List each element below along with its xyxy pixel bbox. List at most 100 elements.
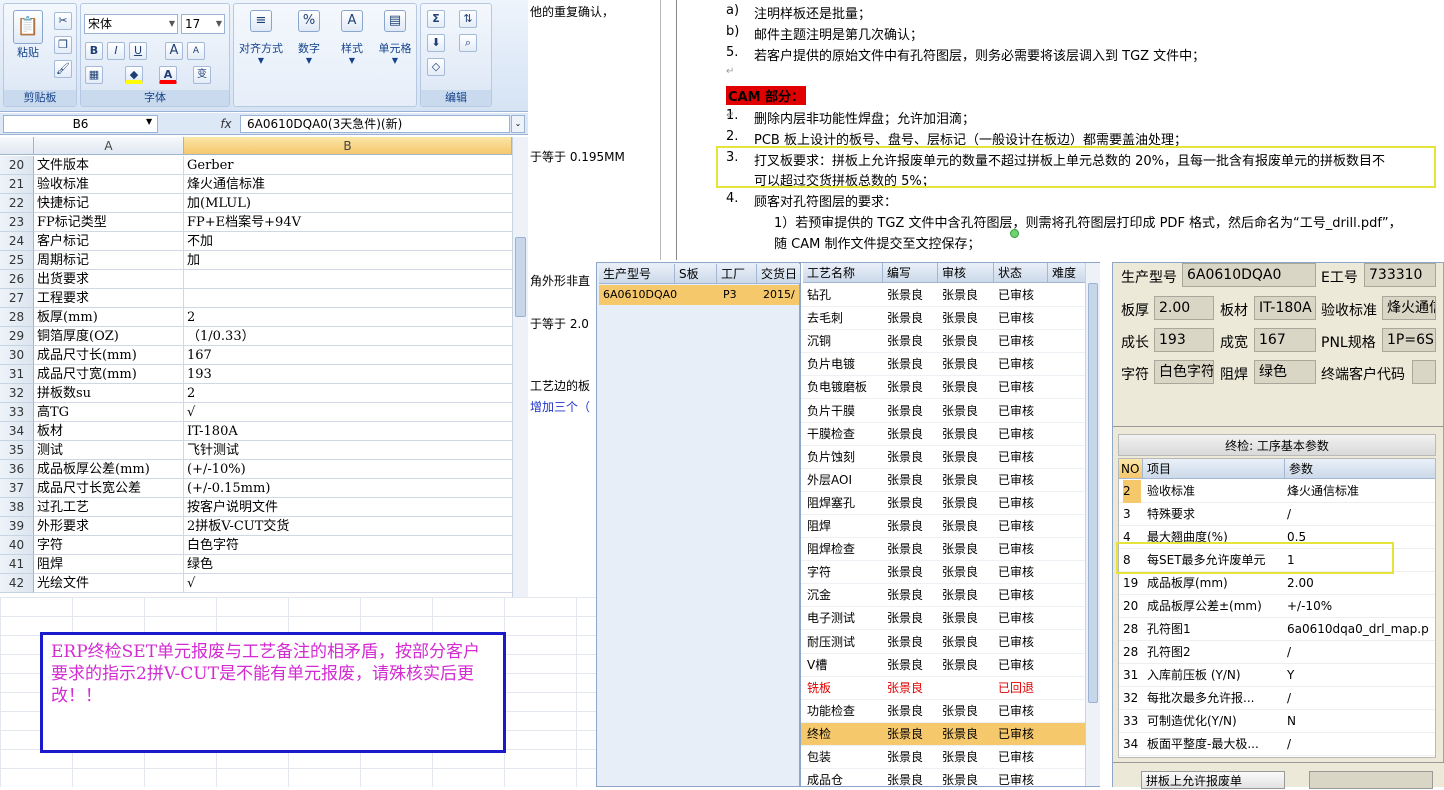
params-col-no[interactable]: NO <box>1119 459 1143 479</box>
chevron-down-icon[interactable]: ▼ <box>146 117 152 126</box>
params-row[interactable]: 34 板面平整度-最大极... / <box>1119 733 1435 756</box>
params-row[interactable]: 19 成品板厚(mm) 2.00 <box>1119 572 1435 595</box>
scroll-thumb[interactable] <box>1088 283 1098 703</box>
cut-icon[interactable]: ✂ <box>54 12 72 30</box>
row-header[interactable]: 32 <box>0 384 34 403</box>
row-header[interactable]: 36 <box>0 460 34 479</box>
cell-a[interactable]: 验收标准 <box>34 175 184 194</box>
params-row[interactable]: 28 孔符图1 6a0610dqa0_drl_map.p <box>1119 618 1435 641</box>
order-col-model[interactable]: 生产型号 <box>599 264 675 284</box>
cell-b[interactable]: IT-180A <box>184 422 512 441</box>
expand-formula-icon[interactable]: ⌄ <box>511 115 525 133</box>
find-icon[interactable]: ⌕ <box>459 34 477 52</box>
row-header[interactable]: 25 <box>0 251 34 270</box>
grow-font-button[interactable]: A <box>165 42 183 60</box>
process-row[interactable]: 阻焊塞孔 张景良 张景良 已审核 <box>801 492 1086 515</box>
row-header[interactable]: 24 <box>0 232 34 251</box>
cell-a[interactable]: 客户标记 <box>34 232 184 251</box>
process-row[interactable]: 电子测试 张景良 张景良 已审核 <box>801 607 1086 631</box>
length-field[interactable]: 193 <box>1154 328 1214 352</box>
cell-a[interactable]: 高TG <box>34 403 184 422</box>
cell-b[interactable]: √ <box>184 574 512 593</box>
cell-b[interactable] <box>184 270 512 289</box>
insert-function-button[interactable]: fx <box>215 115 237 133</box>
model-field[interactable]: 6A0610DQA0 <box>1182 263 1316 287</box>
process-row[interactable]: 阻焊 张景良 张景良 已审核 <box>801 515 1086 538</box>
cell-a[interactable]: 过孔工艺 <box>34 498 184 517</box>
cell-a[interactable]: 拼板数su <box>34 384 184 403</box>
cell-a[interactable]: 快捷标记 <box>34 194 184 213</box>
process-row[interactable]: 耐压测试 张景良 张景良 已审核 <box>801 631 1086 654</box>
cell-a[interactable]: 光绘文件 <box>34 574 184 593</box>
order-col-factory[interactable]: 工厂 <box>717 264 757 284</box>
standard-field[interactable]: 烽火通信 <box>1382 296 1436 320</box>
thickness-field[interactable]: 2.00 <box>1154 296 1214 320</box>
cell-a[interactable]: 工程要求 <box>34 289 184 308</box>
footer-field[interactable] <box>1309 771 1433 789</box>
cell-b[interactable]: Gerber <box>184 156 512 175</box>
name-box[interactable]: B6 <box>3 115 158 133</box>
row-header[interactable]: 39 <box>0 517 34 536</box>
width-field[interactable]: 167 <box>1254 328 1316 352</box>
cell-a[interactable]: 测试 <box>34 441 184 460</box>
column-header-b[interactable]: B <box>184 137 512 155</box>
process-col-name[interactable]: 工艺名称 <box>803 263 883 283</box>
row-header[interactable]: 28 <box>0 308 34 327</box>
rotate-handle-icon[interactable] <box>1010 229 1019 238</box>
italic-button[interactable]: I <box>107 42 125 60</box>
fill-icon[interactable]: ⬇ <box>427 34 445 52</box>
cell-b[interactable]: (+/-10%) <box>184 460 512 479</box>
cell-b[interactable]: 2 <box>184 384 512 403</box>
cell-a[interactable]: 出货要求 <box>34 270 184 289</box>
order-col-date[interactable]: 交货日 <box>757 264 801 284</box>
process-row[interactable]: 负片干膜 张景良 张景良 已审核 <box>801 400 1086 423</box>
font-name-combo[interactable]: 宋体 ▼ <box>84 14 178 34</box>
params-row[interactable]: 20 成品板厚公差±(mm) +/-10% <box>1119 595 1435 618</box>
scroll-thumb[interactable] <box>515 237 526 317</box>
cell-b[interactable]: 不加 <box>184 232 512 251</box>
mask-field[interactable]: 绿色 <box>1254 360 1316 384</box>
sum-icon[interactable]: Σ <box>427 10 445 28</box>
cell-a[interactable]: 成品尺寸长(mm) <box>34 346 184 365</box>
sort-icon[interactable]: ⇅ <box>459 10 477 28</box>
customer-code-field[interactable] <box>1412 360 1436 384</box>
row-header[interactable]: 27 <box>0 289 34 308</box>
cell-b[interactable]: √ <box>184 403 512 422</box>
font-color-icon[interactable]: A <box>159 66 177 84</box>
cell-b[interactable]: 白色字符 <box>184 536 512 555</box>
process-col-writer[interactable]: 编写 <box>883 263 938 283</box>
cell-b[interactable]: 绿色 <box>184 555 512 574</box>
cell-a[interactable]: 阻焊 <box>34 555 184 574</box>
font-size-combo[interactable]: 17 ▼ <box>181 14 225 34</box>
params-row[interactable]: 28 孔符图2 / <box>1119 641 1435 664</box>
row-header[interactable]: 21 <box>0 175 34 194</box>
row-header[interactable]: 22 <box>0 194 34 213</box>
row-header[interactable]: 31 <box>0 365 34 384</box>
underline-button[interactable]: U <box>129 42 147 60</box>
cell-b[interactable]: 193 <box>184 365 512 384</box>
process-col-status[interactable]: 状态 <box>994 263 1048 283</box>
params-row[interactable]: 33 可制造优化(Y/N) N <box>1119 710 1435 733</box>
cell-b[interactable]: （1/0.33） <box>184 327 512 346</box>
copy-icon[interactable]: ❐ <box>54 36 72 54</box>
phonetic-icon[interactable]: 变 <box>193 66 211 84</box>
row-header[interactable]: 41 <box>0 555 34 574</box>
process-row[interactable]: 外层AOI 张景良 张景良 已审核 <box>801 469 1086 492</box>
process-row[interactable]: 阻焊检查 张景良 张景良 已审核 <box>801 538 1086 562</box>
row-header[interactable]: 30 <box>0 346 34 365</box>
process-row[interactable]: 负片电镀 张景良 张景良 已审核 <box>801 353 1086 377</box>
process-row[interactable]: 去毛刺 张景良 张景良 已审核 <box>801 307 1086 331</box>
row-header[interactable]: 20 <box>0 156 34 175</box>
cell-a[interactable]: 成品尺寸长宽公差 <box>34 479 184 498</box>
cell-b[interactable] <box>184 289 512 308</box>
row-header[interactable]: 42 <box>0 574 34 593</box>
select-all-corner[interactable] <box>0 137 34 155</box>
cell-a[interactable]: FP标记类型 <box>34 213 184 232</box>
cell-a[interactable]: 周期标记 <box>34 251 184 270</box>
process-row[interactable]: 终检 张景良 张景良 已审核 <box>801 722 1086 746</box>
cell-b[interactable]: 加(MLUL) <box>184 194 512 213</box>
row-header[interactable]: 23 <box>0 213 34 232</box>
cell-a[interactable]: 成品尺寸宽(mm) <box>34 365 184 384</box>
fill-color-icon[interactable]: ◆ <box>125 66 143 84</box>
process-row[interactable]: 沉铜 张景良 张景良 已审核 <box>801 330 1086 354</box>
